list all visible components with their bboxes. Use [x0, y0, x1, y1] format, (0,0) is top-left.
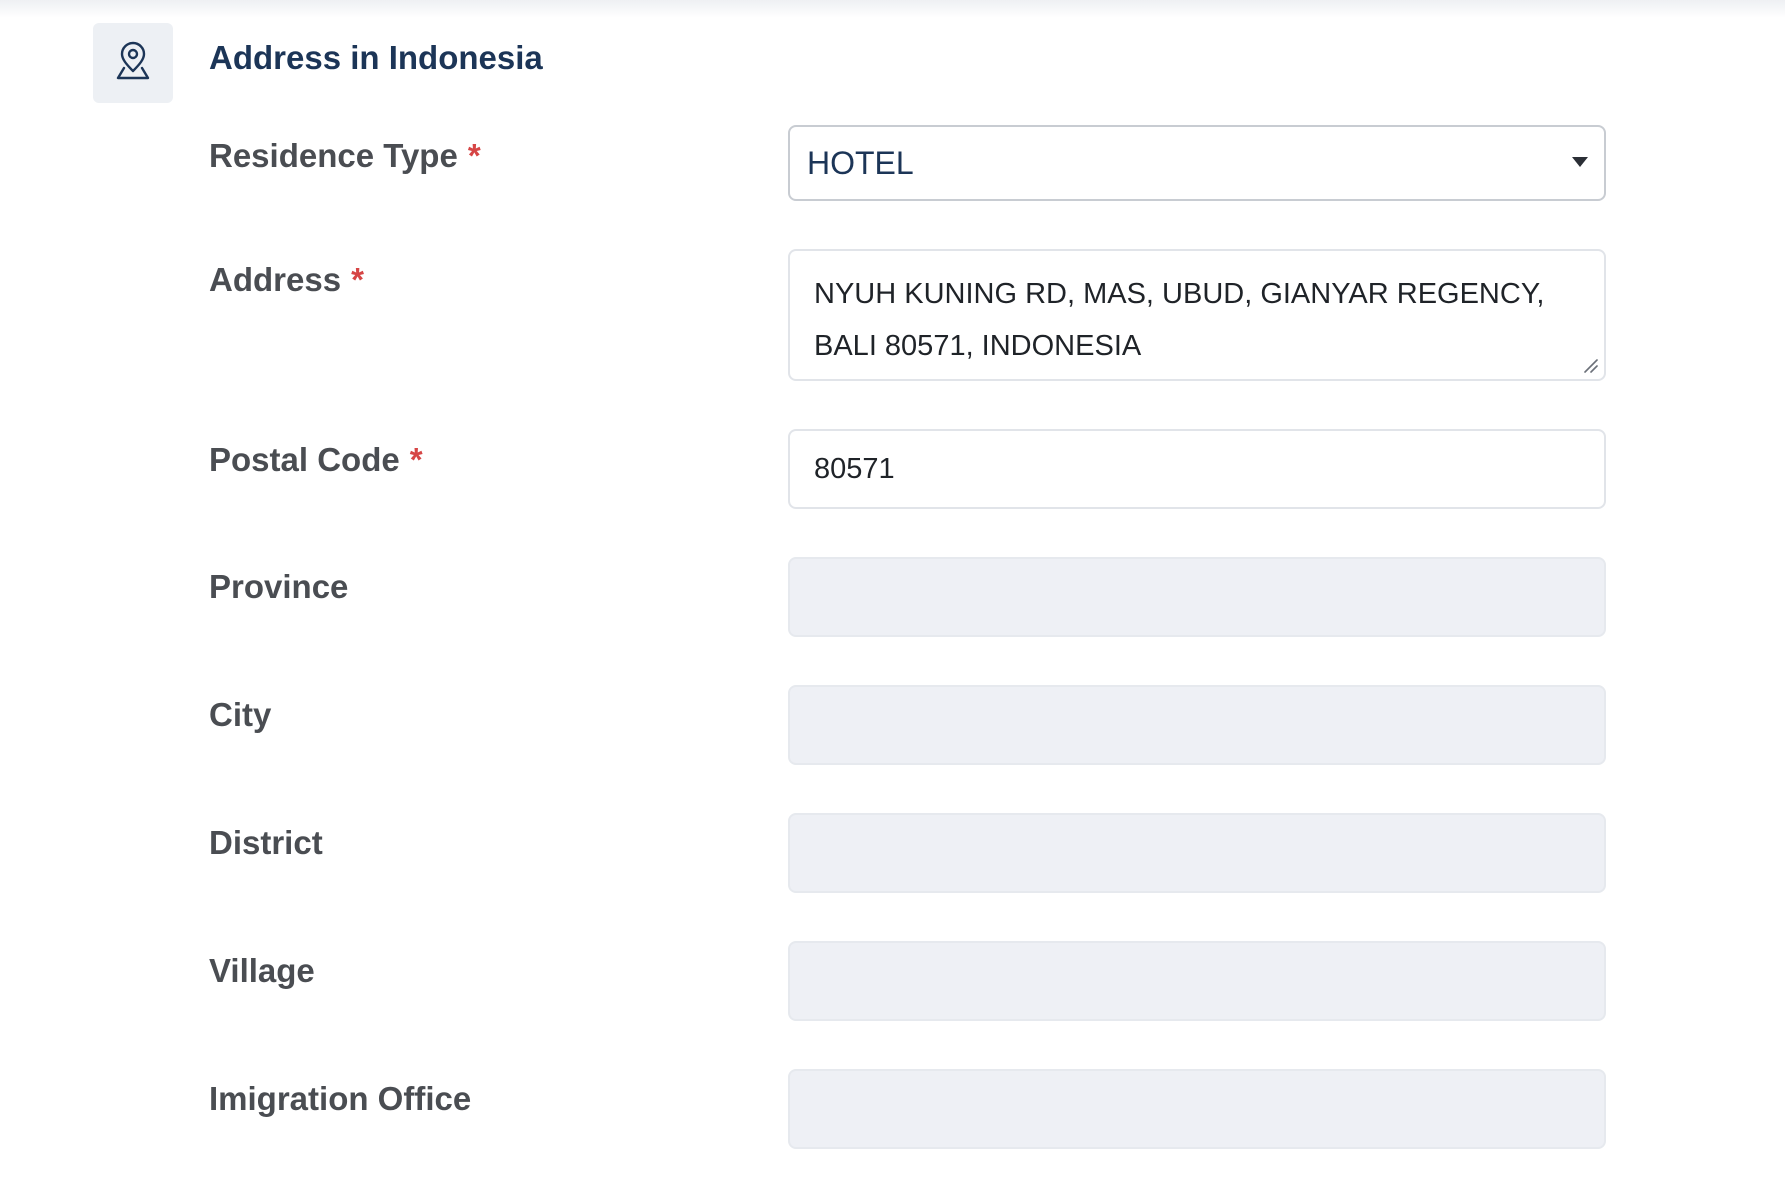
- residence-type-label-text: Residence Type: [209, 137, 458, 174]
- top-shadow: [0, 0, 1785, 18]
- required-marker: *: [467, 137, 481, 174]
- section-icon-box: [93, 23, 173, 103]
- required-marker: *: [409, 441, 423, 478]
- imigration-office-input[interactable]: [788, 1069, 1606, 1149]
- city-input[interactable]: [788, 685, 1606, 765]
- village-label: Village: [209, 952, 315, 989]
- address-label-text: Address: [209, 261, 342, 298]
- village-input[interactable]: [788, 941, 1606, 1021]
- resize-handle-icon[interactable]: [1582, 357, 1598, 373]
- postal-code-value: 80571: [814, 453, 895, 485]
- map-pin-icon: [112, 40, 154, 87]
- postal-code-label: Postal Code *: [209, 438, 423, 482]
- district-input[interactable]: [788, 813, 1606, 893]
- imigration-office-label: Imigration Office: [209, 1080, 472, 1117]
- residence-type-label: Residence Type *: [209, 134, 481, 178]
- address-textarea[interactable]: NYUH KUNING RD, MAS, UBUD, GIANYAR REGEN…: [788, 249, 1606, 381]
- district-label: District: [209, 824, 323, 861]
- address-value: NYUH KUNING RD, MAS, UBUD, GIANYAR REGEN…: [814, 278, 1545, 362]
- address-label: Address *: [209, 258, 364, 302]
- section-title: Address in Indonesia: [209, 39, 543, 76]
- required-marker: *: [351, 261, 364, 298]
- province-label: Province: [209, 568, 349, 605]
- province-input[interactable]: [788, 557, 1606, 637]
- residence-type-select[interactable]: HOTEL: [788, 125, 1606, 201]
- postal-code-label-text: Postal Code: [209, 441, 400, 478]
- city-label: City: [209, 696, 272, 733]
- chevron-down-icon[interactable]: [1572, 157, 1588, 167]
- residence-type-value: HOTEL: [807, 145, 914, 181]
- postal-code-input[interactable]: 80571: [788, 429, 1606, 509]
